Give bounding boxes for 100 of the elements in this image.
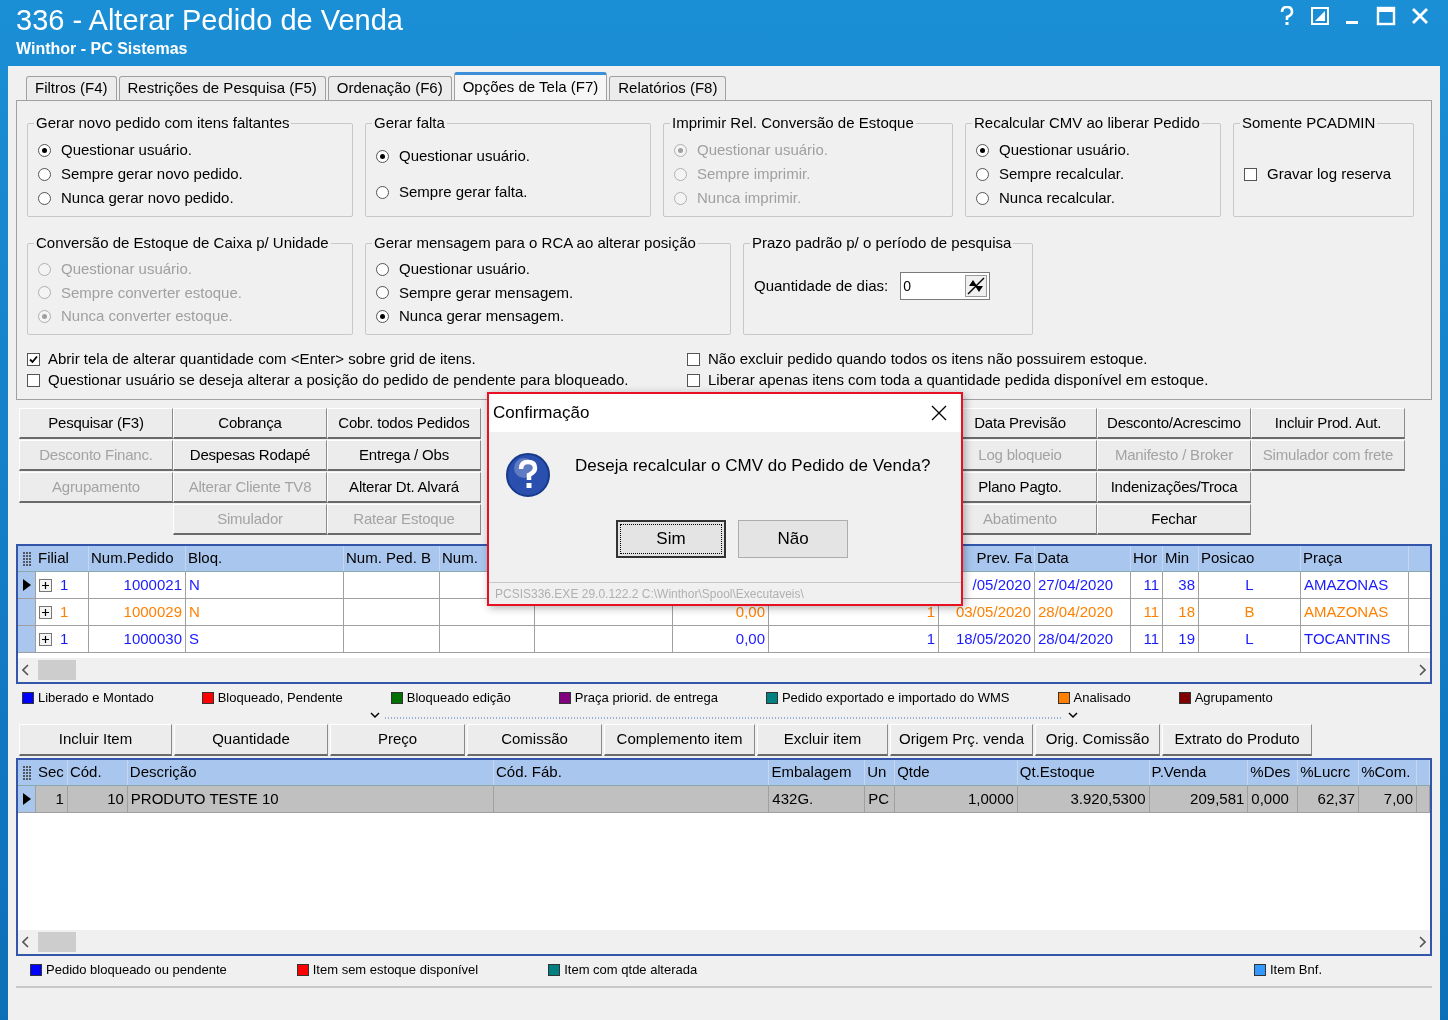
item-button[interactable]: Incluir Item — [19, 724, 172, 756]
row-pointer-icon — [22, 793, 31, 805]
tab[interactable]: Opções de Tela (F7) — [453, 72, 608, 100]
checkbox-label: Questionar usuário se deseja alterar a posição do pedido de pendente para bloqueado. — [48, 370, 629, 391]
column-header[interactable]: P.Venda — [1151, 761, 1207, 784]
action-button[interactable]: Alterar Dt. Alvará — [327, 472, 481, 503]
column-header[interactable]: %Des — [1250, 761, 1291, 784]
table-cell-text: 432G. — [772, 788, 814, 809]
column-header[interactable]: Qtde — [897, 761, 930, 784]
column-header[interactable]: Cód. — [69, 761, 102, 784]
column-header[interactable]: Embalagem — [771, 761, 852, 784]
item-button[interactable]: Complemento item — [604, 724, 755, 756]
checkbox[interactable] — [687, 374, 700, 387]
item-button[interactable]: Preço — [330, 724, 465, 756]
column-header[interactable]: Posicao — [1201, 547, 1255, 570]
column-header[interactable]: Min — [1165, 547, 1190, 570]
radio-label: Nunca converter estoque. — [61, 306, 233, 327]
radio-button[interactable] — [38, 191, 51, 205]
scroll-right-icon[interactable] — [1418, 664, 1426, 676]
days-field[interactable]: 0 — [900, 272, 991, 300]
field-label: Quantidade de dias: — [754, 275, 889, 296]
column-header[interactable]: Qt.Estoque — [1019, 761, 1095, 784]
item-button[interactable]: Orig. Comissão — [1035, 724, 1161, 756]
column-header[interactable]: %Com. — [1361, 761, 1411, 784]
radio-button[interactable] — [38, 167, 51, 181]
radio-label: Nunca gerar mensagem. — [399, 306, 565, 327]
column-header[interactable]: Num.Pedido — [91, 547, 174, 570]
checkbox[interactable] — [27, 374, 40, 387]
checkbox[interactable] — [27, 353, 40, 366]
action-button[interactable]: Entrega / Obs — [327, 440, 481, 471]
scrollbar-thumb[interactable] — [38, 932, 76, 952]
legend-label: Item com qtde alterada — [564, 961, 698, 980]
column-header[interactable]: Sec — [38, 761, 64, 784]
table-cell-text: L — [1245, 574, 1254, 595]
column-header[interactable]: Hor — [1133, 547, 1158, 570]
scroll-left-icon[interactable] — [22, 936, 30, 948]
expand-icon[interactable] — [39, 632, 52, 646]
radio-button[interactable] — [976, 191, 989, 205]
expand-icon[interactable] — [39, 605, 52, 619]
checkbox[interactable] — [687, 353, 700, 366]
table-cell-text: S — [189, 628, 199, 649]
table-cell-text: 1 — [926, 601, 935, 622]
expand-icon[interactable] — [39, 578, 52, 592]
tab[interactable]: Ordenação (F6) — [327, 76, 452, 100]
column-header[interactable]: Data — [1037, 547, 1069, 570]
item-button[interactable]: Excluir item — [757, 724, 888, 756]
table-cell-text: N — [189, 574, 200, 595]
radio-button[interactable] — [976, 167, 989, 181]
action-button[interactable]: Pesquisar (F3) — [19, 408, 173, 439]
radio-button[interactable] — [38, 143, 51, 157]
restore-icon[interactable] — [1310, 6, 1330, 26]
column-header[interactable]: Descrição — [129, 761, 197, 784]
maximize-icon[interactable] — [1376, 6, 1396, 26]
item-button[interactable]: Quantidade — [174, 724, 328, 756]
radio-button[interactable] — [376, 286, 389, 300]
action-button[interactable]: Cobr. todos Pedidos — [327, 408, 481, 439]
item-button[interactable]: Origem Prç. venda — [890, 724, 1034, 756]
radio-button[interactable] — [376, 185, 389, 199]
column-header[interactable]: Num. Ped. B — [346, 547, 432, 570]
column-header[interactable]: Num. — [442, 547, 478, 570]
dialog-button[interactable]: Não — [738, 520, 848, 558]
tab[interactable]: Restrições de Pesquisa (F5) — [118, 76, 326, 100]
column-header[interactable]: Cód. Fáb. — [496, 761, 562, 784]
item-button[interactable]: Comissão — [467, 724, 602, 756]
table-cell-text: 1 — [60, 574, 69, 595]
window-subtitle: Winthor - PC Sistemas — [16, 40, 189, 58]
dialog-button[interactable]: Sim — [616, 520, 726, 558]
radio-label: Questionar usuário. — [999, 139, 1130, 160]
table-cell-text: 62,37 — [1317, 788, 1356, 809]
radio-button[interactable] — [376, 149, 389, 163]
column-header[interactable]: Bloq. — [188, 547, 223, 570]
column-header[interactable]: Praça — [1303, 547, 1343, 570]
legend-label: Pedido exportado e importado do WMS — [781, 689, 1010, 708]
help-icon[interactable] — [1278, 6, 1296, 26]
checkbox-label: Liberar apenas itens com toda a quantidade pedida disponível em estoque. — [708, 370, 1209, 391]
action-button[interactable]: Incluir Prod. Aut. — [1251, 408, 1405, 439]
scroll-left-icon[interactable] — [22, 664, 30, 676]
tab[interactable]: Relatórios (F8) — [609, 76, 727, 100]
radio-button[interactable] — [376, 309, 389, 323]
close-icon[interactable] — [931, 405, 947, 421]
action-button[interactable]: Fechar — [1097, 504, 1251, 535]
scrollbar-thumb[interactable] — [38, 660, 76, 680]
splitter-handle[interactable] — [369, 711, 1079, 721]
tab[interactable]: Filtros (F4) — [26, 76, 117, 100]
column-header[interactable]: Filial — [38, 547, 69, 570]
column-header[interactable]: Prev. Fa — [976, 547, 1032, 570]
table-cell-text: 1000021 — [123, 574, 182, 595]
radio-button[interactable] — [376, 263, 389, 277]
action-button[interactable]: Despesas Rodapé — [173, 440, 327, 471]
checkbox[interactable] — [1244, 167, 1257, 181]
action-button[interactable]: Desconto/Acrescimo — [1097, 408, 1251, 439]
table-cell-text: 0,00 — [735, 601, 765, 622]
action-button[interactable]: Cobrança — [173, 408, 327, 439]
radio-button[interactable] — [976, 143, 989, 157]
spin-icon[interactable] — [965, 275, 988, 297]
item-button[interactable]: Extrato do Produto — [1162, 724, 1313, 756]
action-button[interactable]: Indenizações/Troca — [1097, 472, 1251, 503]
scroll-right-icon[interactable] — [1418, 936, 1426, 948]
column-header[interactable]: Un — [867, 761, 887, 784]
column-header[interactable]: %Lucrc — [1300, 761, 1351, 784]
